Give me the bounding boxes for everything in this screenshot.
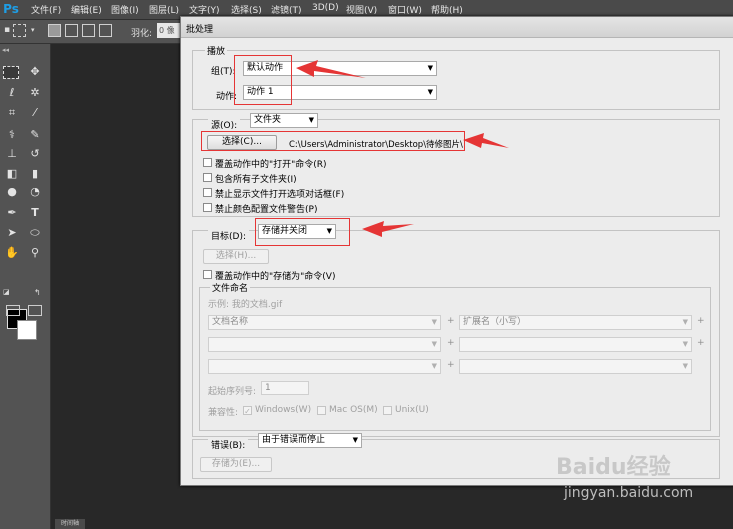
annotation-arrow-icon — [362, 221, 414, 237]
annotation-arrow-icon — [296, 60, 366, 78]
watermark-brand: Baidu经验 — [556, 455, 671, 480]
watermark-url: jingyan.baidu.com — [564, 485, 694, 501]
baidu-jingyan-watermark: Baidu经验 jingyan.baidu.com — [556, 449, 733, 509]
annotation-arrow-icon — [463, 133, 509, 148]
